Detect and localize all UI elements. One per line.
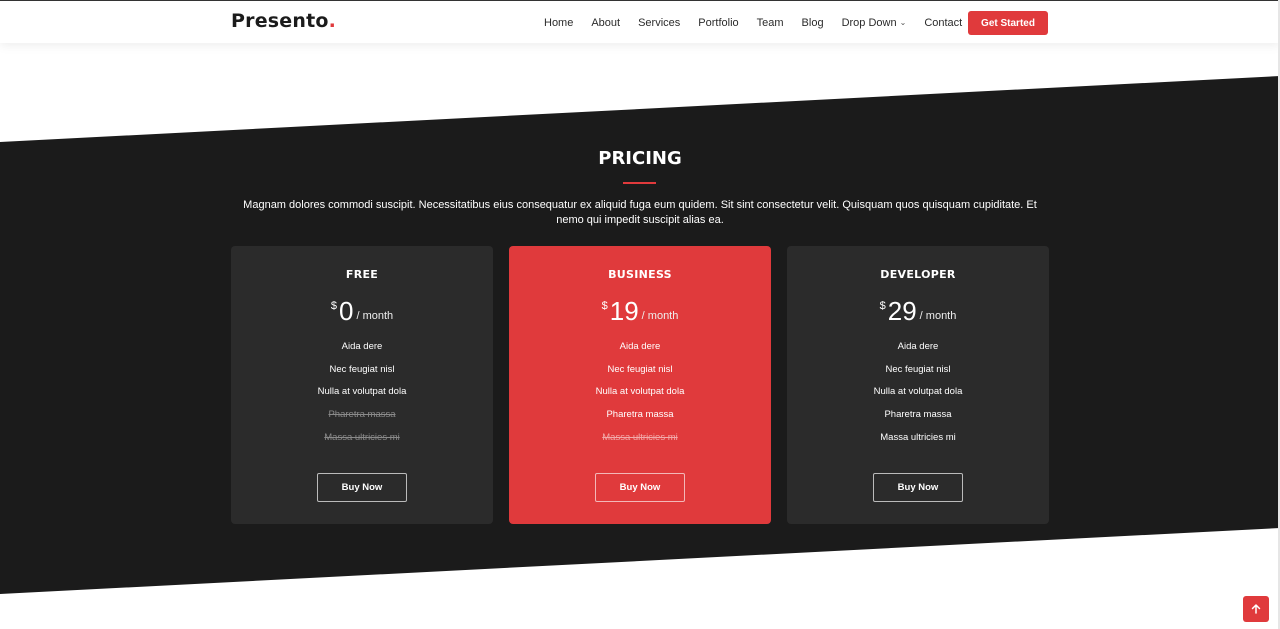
site-logo[interactable]: Presento. [231,10,336,32]
site-header: Presento. Home About Services Portfolio … [0,0,1280,43]
nav-blog[interactable]: Blog [802,17,824,29]
price-period: / month [641,310,679,322]
price-period: / month [356,310,394,322]
nav-about[interactable]: About [591,17,620,29]
nav-portfolio[interactable]: Portfolio [698,17,738,29]
price-amount: 29 [887,296,917,326]
price-currency: $ [879,300,886,312]
main-nav: Home About Services Portfolio Team Blog … [544,1,980,44]
plan-name: FREE [345,268,379,281]
buy-now-button[interactable]: Buy Now [873,473,963,502]
feature-item-unavailable: Massa ultricies mi [602,431,678,443]
pricing-cards: FREE $ 0 / month Aida dere Nec feugiat n… [231,246,1049,524]
nav-team[interactable]: Team [757,17,784,29]
price-amount: 0 [338,296,354,326]
nav-contact[interactable]: Contact [924,17,962,29]
get-started-button[interactable]: Get Started [968,11,1048,35]
nav-dropdown-label: Drop Down [841,16,897,29]
pricing-card-free: FREE $ 0 / month Aida dere Nec feugiat n… [231,246,493,524]
feature-list: Aida dere Nec feugiat nisl Nulla at volu… [787,340,1049,453]
pricing-card-business: BUSINESS $ 19 / month Aida dere Nec feug… [509,246,771,524]
feature-item: Nec feugiat nisl [607,363,673,375]
nav-services[interactable]: Services [638,17,680,29]
feature-item: Pharetra massa [606,409,674,421]
plan-price: $ 0 / month [231,296,493,326]
back-to-top-button[interactable] [1243,596,1269,622]
plan-name: BUSINESS [608,268,672,281]
arrow-up-icon [1251,604,1261,614]
plan-price: $ 29 / month [787,296,1049,326]
feature-item: Nulla at volutpat dola [873,386,963,398]
feature-item: Aida dere [619,341,661,352]
feature-item: Nulla at volutpat dola [317,386,407,398]
price-currency: $ [601,300,608,312]
feature-item-unavailable: Massa ultricies mi [324,431,400,443]
chevron-down-icon: ⌄ [899,18,907,27]
price-currency: $ [330,300,337,312]
plan-name: DEVELOPER [880,268,956,281]
feature-item: Aida dere [897,341,939,352]
feature-item: Aida dere [341,341,383,352]
nav-dropdown[interactable]: Drop Down ⌄ [842,17,907,29]
feature-item: Nec feugiat nisl [329,363,395,375]
logo-dot: . [328,10,337,32]
title-underline [623,182,656,184]
pricing-card-developer: DEVELOPER $ 29 / month Aida dere Nec feu… [787,246,1049,524]
nav-home[interactable]: Home [544,17,573,29]
feature-item: Nec feugiat nisl [885,363,951,375]
feature-item: Pharetra massa [884,409,952,421]
price-amount: 19 [609,296,639,326]
feature-item: Nulla at volutpat dola [595,386,685,398]
section-description: Magnam dolores commodi suscipit. Necessi… [243,199,1037,226]
price-period: / month [919,310,957,322]
buy-now-button[interactable]: Buy Now [317,473,407,502]
feature-list: Aida dere Nec feugiat nisl Nulla at volu… [509,340,771,453]
section-title: PRICING [598,148,682,169]
logo-text: Presento [231,10,329,32]
buy-now-button[interactable]: Buy Now [595,473,685,502]
plan-price: $ 19 / month [509,296,771,326]
feature-item-unavailable: Pharetra massa [328,409,396,421]
feature-list: Aida dere Nec feugiat nisl Nulla at volu… [231,340,493,453]
feature-item: Massa ultricies mi [880,431,956,443]
